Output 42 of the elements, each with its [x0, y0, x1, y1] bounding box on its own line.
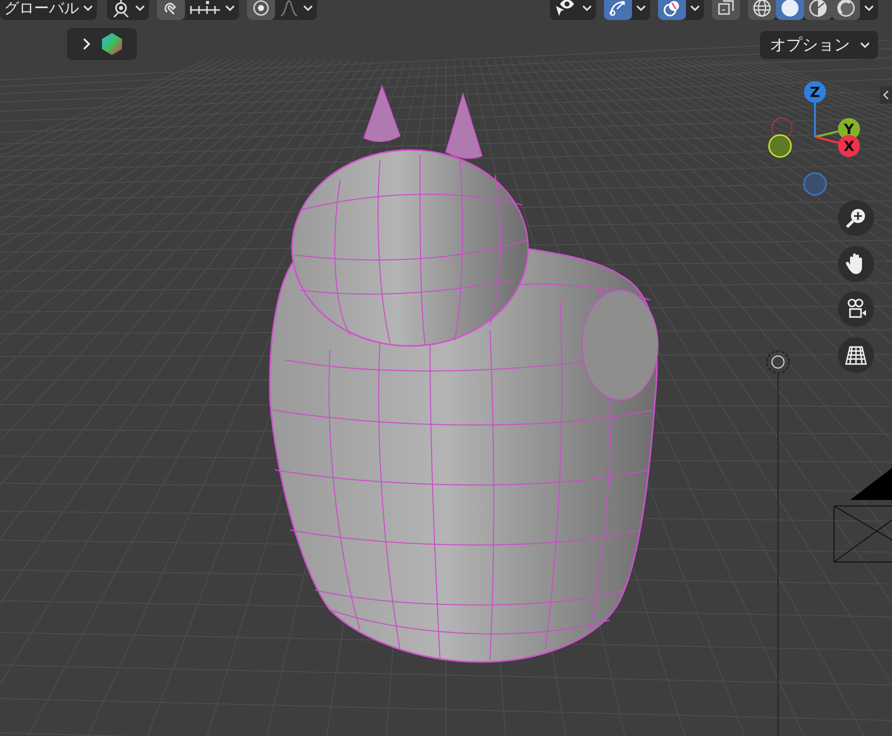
chevron-down-icon — [636, 4, 646, 12]
chevron-left-icon — [883, 90, 889, 100]
proportional-toggle[interactable] — [247, 0, 275, 20]
orientation-dropdown[interactable]: グローバル — [0, 0, 97, 20]
wireframe-shading-button[interactable] — [748, 0, 776, 20]
3d-cursor-icon — [766, 350, 790, 736]
hexagon-icon — [101, 32, 123, 56]
axis-handle[interactable]: X — [838, 135, 860, 157]
target-circle-icon — [251, 0, 271, 18]
chevron-down-icon — [582, 4, 592, 12]
pivot-icon — [111, 0, 131, 18]
overlay-toggle[interactable] — [658, 0, 686, 20]
options-dropdown[interactable]: オプション — [760, 31, 878, 59]
perspective-button[interactable] — [838, 336, 874, 372]
chevron-down-icon — [864, 4, 874, 12]
gizmo-toggle[interactable] — [604, 0, 632, 20]
snap-toggle[interactable] — [157, 0, 185, 20]
rendered-shading-button[interactable] — [832, 0, 860, 20]
chevron-down-icon — [690, 4, 700, 12]
camera-view-button[interactable] — [838, 291, 874, 327]
zoom-button[interactable] — [838, 200, 874, 236]
sidebar-toggle[interactable] — [880, 86, 892, 104]
arc-arrow-icon — [608, 0, 628, 18]
solid-shading-button[interactable] — [776, 0, 804, 20]
ring-icon — [836, 0, 856, 18]
material-shading-button[interactable] — [804, 0, 832, 20]
overlapping-circles-icon — [662, 0, 682, 18]
chevron-down-icon — [303, 4, 313, 12]
chevron-down-icon — [83, 4, 93, 12]
negative-axis-marker[interactable] — [771, 117, 793, 139]
chevron-down-icon — [860, 42, 870, 48]
tool-settings-toggle[interactable] — [67, 28, 137, 60]
axis-handle[interactable]: Z — [804, 81, 826, 103]
xray-toggle[interactable] — [712, 0, 740, 20]
pan-button[interactable] — [838, 246, 874, 282]
curve-icon — [279, 0, 299, 17]
globe-icon — [752, 0, 772, 18]
negative-axis-marker[interactable] — [803, 172, 827, 196]
chevron-down-icon — [135, 4, 145, 12]
chevron-down-icon — [225, 4, 235, 12]
magnifier-icon — [844, 206, 868, 230]
ruler-icon — [189, 1, 221, 15]
